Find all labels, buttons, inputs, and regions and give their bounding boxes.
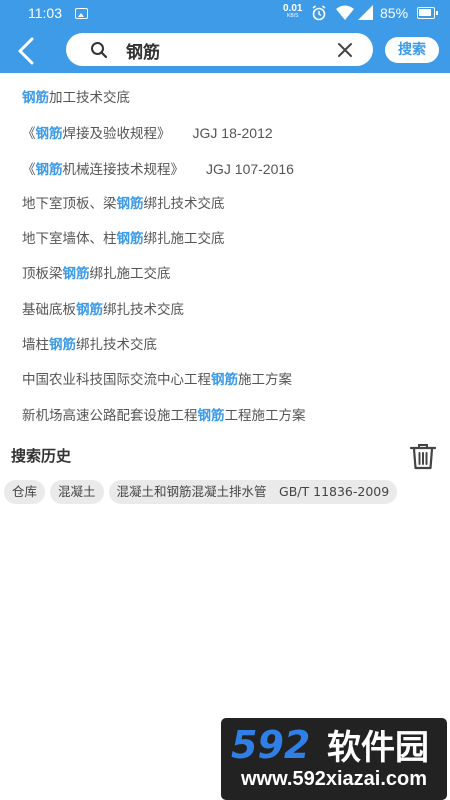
suggestion-before: 《 xyxy=(22,161,36,178)
signal-icon xyxy=(358,5,373,20)
suggestion-after: 加工技术交底 xyxy=(49,90,130,106)
suggestion-after: 绑扎施工交底 xyxy=(89,266,171,283)
suggestion-item[interactable]: 顶板梁钢筋绑扎施工交底 xyxy=(0,257,450,292)
suggestion-before: 基础底板 xyxy=(22,301,76,318)
suggestion-highlight: 钢筋 xyxy=(76,301,103,318)
alarm-icon xyxy=(312,5,326,21)
network-speed: 0.01 KB/S xyxy=(283,4,302,20)
suggestion-highlight: 钢筋 xyxy=(35,126,63,143)
battery-percent: 85% xyxy=(380,5,409,21)
suggestion-highlight: 钢筋 xyxy=(22,90,49,106)
suggestion-highlight: 钢筋 xyxy=(116,195,144,212)
watermark-url: www.592xiazai.com xyxy=(240,768,427,790)
trash-icon[interactable] xyxy=(408,441,438,471)
wifi-icon xyxy=(336,5,354,20)
clear-icon[interactable] xyxy=(337,42,353,58)
history-tag[interactable]: 仓库 xyxy=(4,480,46,504)
suggestion-before: 地下室顶板、梁 xyxy=(22,195,117,212)
history-title: 搜索历史 xyxy=(11,447,72,465)
suggestion-before: 新机场高速公路配套设施工程 xyxy=(22,407,198,424)
watermark-logo-cn: 软件园 xyxy=(327,728,429,766)
status-bar: 11:03 0.01 KB/S 85% xyxy=(0,0,450,28)
suggestion-item[interactable]: 地下室墙体、柱钢筋绑扎施工交底 xyxy=(0,222,450,257)
suggestion-highlight: 钢筋 xyxy=(197,407,225,424)
suggestion-after: 焊接及验收规程》 xyxy=(62,126,171,143)
suggestion-after: 绑扎技术交底 xyxy=(76,337,157,354)
suggestion-before: 地下室墙体、柱 xyxy=(22,231,117,248)
history-tag[interactable]: 混凝土和钢筋混凝土排水管 GB/T 11836-2009 xyxy=(108,480,398,504)
suggestion-item[interactable]: 《钢筋机械连接技术规程》 JGJ 107-2016 xyxy=(0,152,450,187)
suggestion-after: 绑扎技术交底 xyxy=(143,195,225,212)
suggestion-item[interactable]: 新机场高速公路配套设施工程钢筋工程施工方案 xyxy=(0,399,450,434)
search-button[interactable]: 搜索 xyxy=(385,37,439,63)
suggestion-before: 顶板梁 xyxy=(22,266,63,283)
photo-notification-icon xyxy=(75,8,88,19)
suggestion-before: 《 xyxy=(22,126,36,143)
suggestion-highlight: 钢筋 xyxy=(35,161,63,178)
watermark-logo: 592 软件园 xyxy=(231,723,429,766)
suggestion-before: 墙柱 xyxy=(22,337,49,354)
history-tags: 仓库 混凝土 混凝土和钢筋混凝土排水管 GB/T 11836-2009 xyxy=(4,480,402,504)
battery-icon xyxy=(417,7,438,19)
search-input[interactable]: 钢筋 xyxy=(66,33,373,66)
suggestion-before: 中国农业科技国际交流中心工程 xyxy=(22,372,211,389)
suggestion-after: 绑扎技术交底 xyxy=(103,301,184,318)
history-tag[interactable]: 混凝土 xyxy=(50,480,104,504)
suggestion-item[interactable]: 钢筋加工技术交底 xyxy=(0,81,450,116)
status-time: 11:03 xyxy=(28,5,62,21)
suggestion-list: 钢筋加工技术交底 《钢筋焊接及验收规程》 JGJ 18-2012 《钢筋机械连接技术规… xyxy=(0,81,450,434)
suggestion-item[interactable]: 《钢筋焊接及验收规程》 JGJ 18-2012 xyxy=(0,116,450,151)
suggestion-item[interactable]: 基础底板钢筋绑扎技术交底 xyxy=(0,293,450,328)
suggestion-highlight: 钢筋 xyxy=(211,372,238,389)
network-speed-unit: KB/S xyxy=(287,13,299,19)
suggestion-after: 绑扎施工交底 xyxy=(143,231,225,248)
suggestion-code: JGJ 18-2012 xyxy=(192,125,273,142)
watermark-logo-number: 592 xyxy=(231,723,310,766)
suggestion-item[interactable]: 墙柱钢筋绑扎技术交底 xyxy=(0,328,450,363)
suggestion-after: 机械连接技术规程》 xyxy=(62,161,185,178)
watermark: 592 软件园 www.592xiazai.com xyxy=(221,718,447,800)
search-query[interactable]: 钢筋 xyxy=(126,38,160,63)
suggestion-item[interactable]: 地下室顶板、梁钢筋绑扎技术交底 xyxy=(0,187,450,222)
suggestion-code: JGJ 107-2016 xyxy=(206,160,294,177)
suggestion-item[interactable]: 中国农业科技国际交流中心工程钢筋施工方案 xyxy=(0,363,450,398)
search-icon xyxy=(91,42,108,59)
suggestion-after: 施工方案 xyxy=(238,372,292,389)
suggestion-highlight: 钢筋 xyxy=(116,231,144,248)
search-header: 钢筋 搜索 xyxy=(0,28,450,73)
suggestion-highlight: 钢筋 xyxy=(62,266,90,283)
suggestion-after: 工程施工方案 xyxy=(224,407,306,424)
suggestion-highlight: 钢筋 xyxy=(49,337,76,354)
back-arrow-icon[interactable] xyxy=(10,34,44,68)
